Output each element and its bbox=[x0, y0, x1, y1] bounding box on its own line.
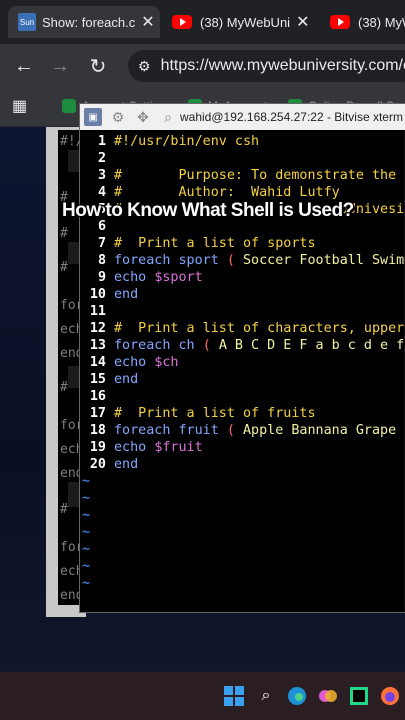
site-info-icon[interactable]: ⚙ bbox=[138, 58, 151, 75]
sun-favicon-icon: Sun bbox=[18, 13, 36, 31]
code-line: 7 # Print a list of sports bbox=[80, 236, 316, 253]
empty-buffer-marker: ~ bbox=[82, 491, 91, 506]
pycharm-icon[interactable] bbox=[347, 684, 371, 708]
empty-buffer-marker: ~ bbox=[82, 542, 91, 557]
code-line: 10 end bbox=[80, 287, 138, 304]
code-text: end bbox=[114, 457, 139, 472]
code-line: 3 # Purpose: To demonstrate the u bbox=[80, 168, 405, 185]
video-caption: How to Know What Shell is Used? bbox=[62, 200, 354, 221]
code-line: 8 foreach sport ( Soccer Football Swimm bbox=[80, 253, 405, 270]
terminal-titlebar[interactable]: ▣ ⚙ ✥ ⌕ wahid@192.168.254.27:22 - Bitvis… bbox=[80, 104, 405, 130]
empty-buffer-marker: ~ bbox=[82, 525, 91, 540]
line-number: 3 bbox=[97, 168, 106, 183]
empty-buffer-marker: ~ bbox=[82, 559, 91, 574]
line-number: 2 bbox=[97, 151, 106, 166]
code-line: 16 bbox=[80, 389, 106, 406]
code-line: 19 echo $fruit bbox=[80, 440, 203, 457]
code-line: 11 bbox=[80, 304, 106, 321]
code-line: 12 # Print a list of characters, upper bbox=[80, 321, 404, 338]
bookmark-icon bbox=[62, 99, 76, 113]
line-number: 8 bbox=[97, 253, 106, 268]
code-text: # Print a list of characters, upper bbox=[114, 321, 405, 336]
apps-grid-icon[interactable]: ▦ bbox=[12, 96, 27, 116]
browser-toolbar: ← → ↻ ⚙ https://www.mywebuniversity.com/… bbox=[0, 44, 405, 88]
line-number: 19 bbox=[89, 440, 106, 455]
windows-taskbar: ⌕ bbox=[0, 672, 405, 720]
background-text-fragment: # bbox=[60, 226, 68, 241]
close-icon[interactable]: ✕ bbox=[141, 12, 154, 32]
code-line: 18 foreach fruit ( Apple Bannana Grape ( bbox=[80, 423, 405, 440]
background-text-fragment: # bbox=[60, 502, 68, 517]
search-icon[interactable]: ⌕ bbox=[159, 108, 177, 126]
line-number: 7 bbox=[97, 236, 106, 251]
back-arrow-icon[interactable]: ← bbox=[10, 52, 38, 80]
code-line: 2 bbox=[80, 151, 106, 168]
youtube-icon bbox=[172, 15, 192, 29]
code-line: 1 #!/usr/bin/env csh bbox=[80, 134, 259, 151]
background-text-fragment: # bbox=[60, 260, 68, 275]
code-text: #!/usr/bin/env csh bbox=[114, 134, 260, 149]
code-line: 13 foreach ch ( A B C D E F a b c d e f bbox=[80, 338, 404, 355]
empty-buffer-marker: ~ bbox=[82, 508, 91, 523]
line-number: 11 bbox=[89, 304, 106, 319]
code-text: foreach ch ( A B C D E F a b c d e f bbox=[114, 338, 405, 353]
tab-title: (38) MyWe bbox=[358, 14, 405, 30]
youtube-icon bbox=[330, 15, 350, 29]
code-text: foreach fruit ( Apple Bannana Grape ( bbox=[114, 423, 405, 438]
empty-buffer-marker: ~ bbox=[82, 576, 91, 591]
settings-gear-icon[interactable]: ⚙ bbox=[109, 108, 127, 126]
line-number: 16 bbox=[89, 389, 106, 404]
empty-buffer-marker: ~ bbox=[82, 474, 91, 489]
tab-foreach[interactable]: Sun Show: foreach.c ✕ bbox=[8, 6, 160, 38]
code-text: foreach sport ( Soccer Football Swimm bbox=[114, 253, 405, 268]
code-line: 15 end bbox=[80, 372, 138, 389]
code-line: 9 echo $sport bbox=[80, 270, 203, 287]
terminal-title: wahid@192.168.254.27:22 - Bitvise xterm bbox=[180, 110, 403, 124]
tab-title: Show: foreach.c bbox=[42, 14, 136, 30]
tab-mywebuni-2[interactable]: (38) MyWe bbox=[330, 6, 405, 38]
terminal-app-icon[interactable]: ▣ bbox=[84, 108, 102, 126]
line-number: 18 bbox=[89, 423, 106, 438]
reload-icon[interactable]: ↻ bbox=[84, 52, 112, 80]
line-number: 17 bbox=[89, 406, 106, 421]
close-icon[interactable]: ✕ bbox=[296, 12, 309, 32]
line-number: 13 bbox=[89, 338, 106, 353]
tab-mywebuni-1[interactable]: (38) MyWebUni ✕ bbox=[172, 6, 312, 38]
windows-start-icon[interactable] bbox=[222, 684, 246, 708]
edge-browser-icon[interactable] bbox=[285, 684, 309, 708]
code-text: echo $sport bbox=[114, 270, 203, 285]
line-number: 4 bbox=[97, 185, 106, 200]
code-text: echo $ch bbox=[114, 355, 179, 370]
line-number: 14 bbox=[89, 355, 106, 370]
line-number: 12 bbox=[89, 321, 106, 336]
url-text: https://www.mywebuniversity.com/cgi bbox=[160, 57, 405, 74]
code-text: # Author: Wahid Lutfy bbox=[114, 185, 340, 200]
line-number: 10 bbox=[89, 287, 106, 302]
code-text: # Print a list of fruits bbox=[114, 406, 316, 421]
move-icon[interactable]: ✥ bbox=[134, 108, 152, 126]
code-text: # Print a list of sports bbox=[114, 236, 316, 251]
line-number: 20 bbox=[89, 457, 106, 472]
terminal-window[interactable]: ▣ ⚙ ✥ ⌕ wahid@192.168.254.27:22 - Bitvis… bbox=[80, 104, 405, 612]
line-number: 1 bbox=[97, 134, 106, 149]
code-line: 17 # Print a list of fruits bbox=[80, 406, 316, 423]
code-text: echo $fruit bbox=[114, 440, 203, 455]
forward-arrow-icon[interactable]: → bbox=[46, 52, 74, 80]
code-text: # Purpose: To demonstrate the u bbox=[114, 168, 405, 183]
firefox-icon[interactable] bbox=[378, 684, 402, 708]
address-bar[interactable]: ⚙ https://www.mywebuniversity.com/cgi bbox=[128, 50, 405, 82]
line-number: 9 bbox=[97, 270, 106, 285]
code-line: 20 end bbox=[80, 457, 138, 474]
browser-tabstrip: Sun Show: foreach.c ✕ (38) MyWebUni ✕ (3… bbox=[0, 0, 405, 44]
line-number: 15 bbox=[89, 372, 106, 387]
copilot-icon[interactable] bbox=[316, 684, 340, 708]
code-text: end bbox=[114, 372, 139, 387]
search-icon[interactable]: ⌕ bbox=[254, 684, 278, 708]
code-line: 14 echo $ch bbox=[80, 355, 179, 372]
background-text-fragment: # bbox=[60, 380, 68, 395]
code-text: end bbox=[114, 287, 139, 302]
tab-title: (38) MyWebUni bbox=[200, 14, 291, 30]
